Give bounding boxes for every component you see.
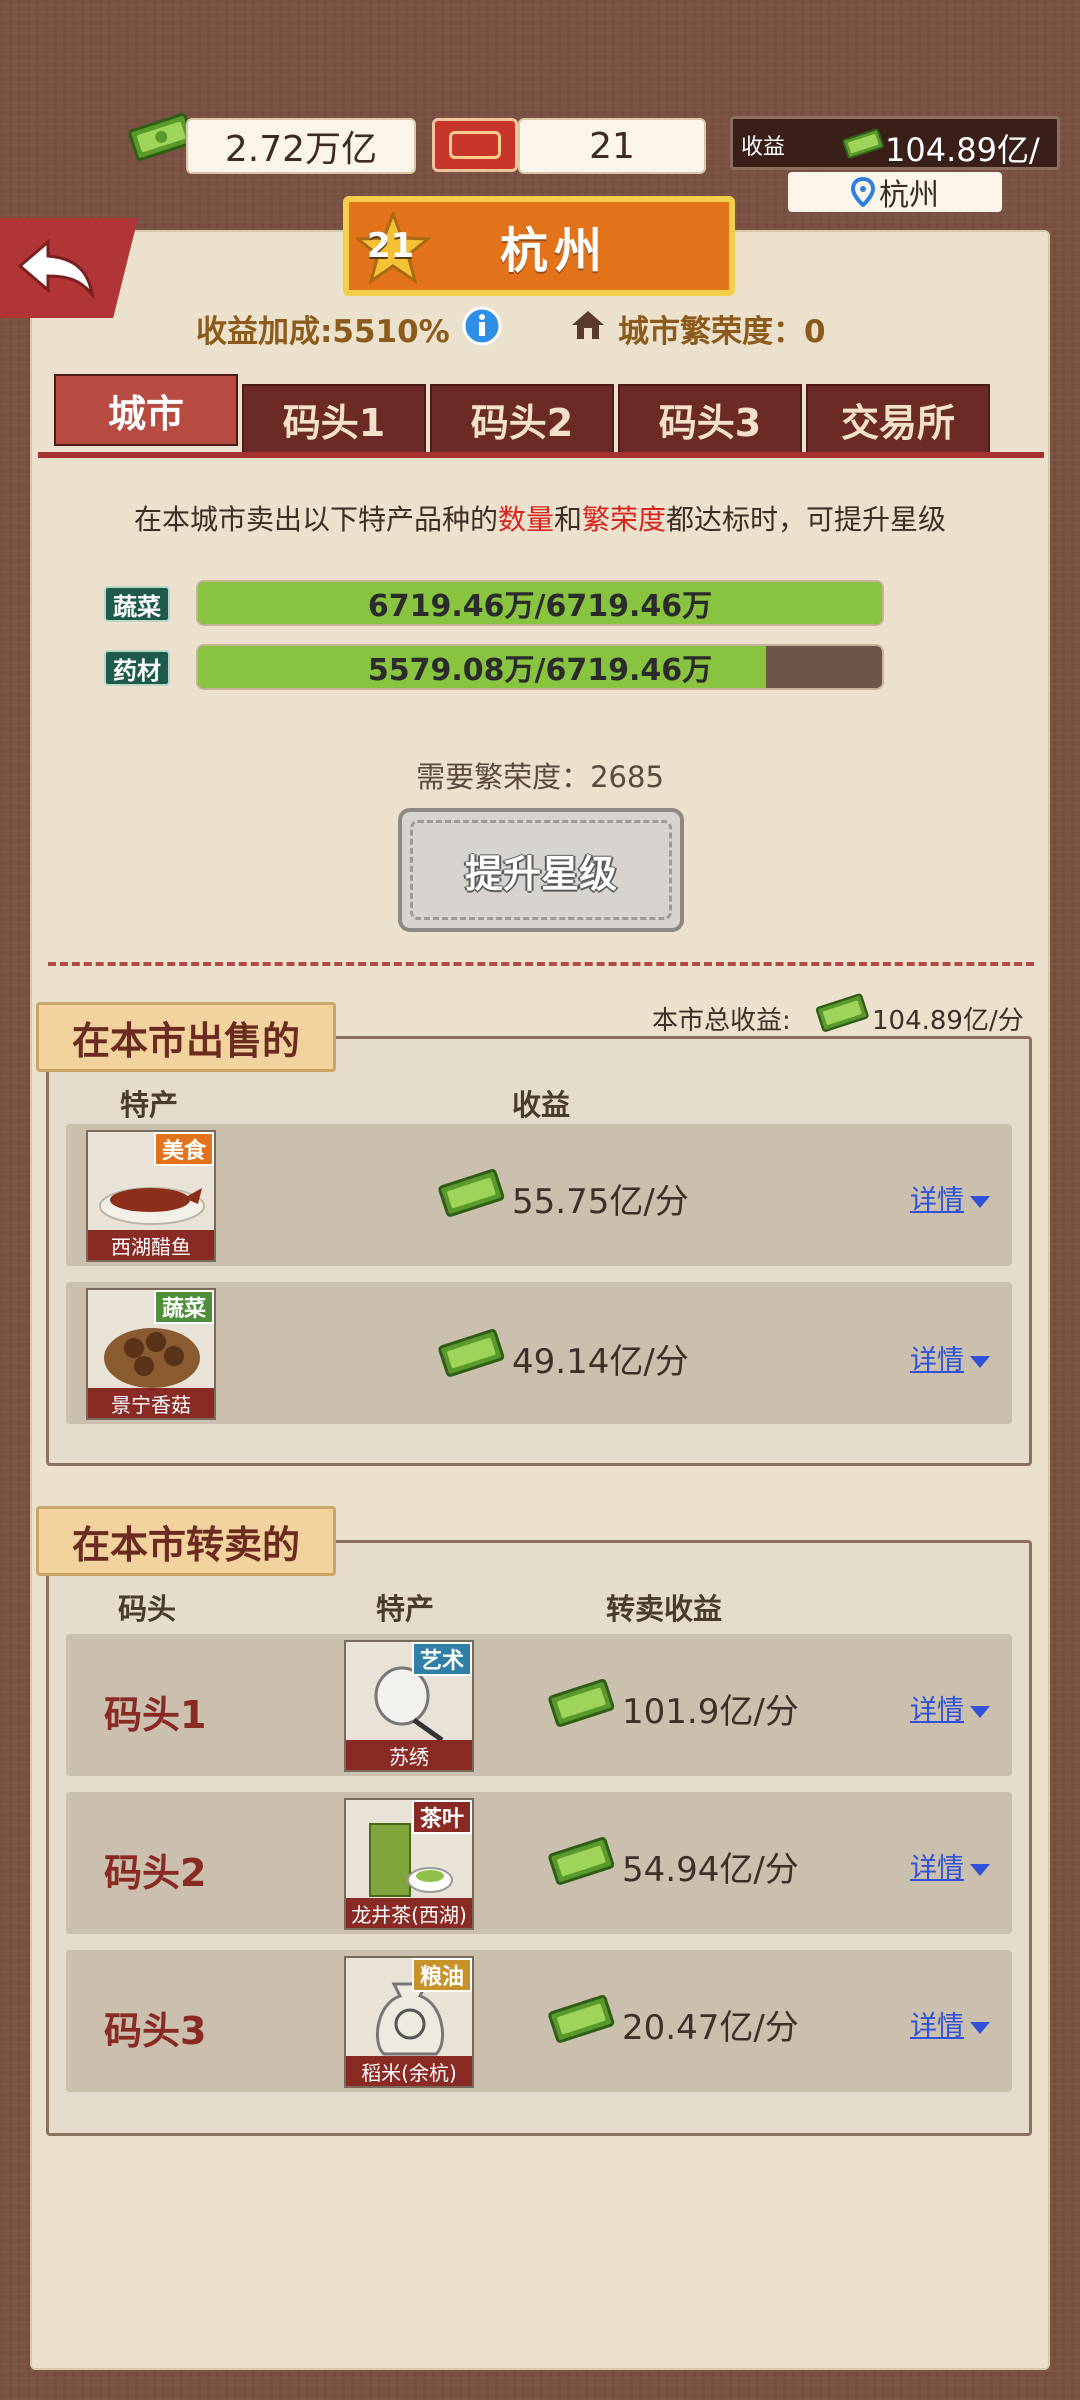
need-prosperity: 需要繁荣度：2685 <box>416 760 664 794</box>
product-thumbnail[interactable]: 美食 西湖醋鱼 <box>86 1130 216 1262</box>
column-header-resell-income: 转卖收益 <box>606 1592 723 1626</box>
progress-bar-herb: 5579.08万/6719.46万 <box>196 644 884 690</box>
detail-link[interactable]: 详情 <box>910 1178 990 1217</box>
tab-dock-3[interactable]: 码头3 <box>618 384 802 454</box>
tab-city[interactable]: 城市 <box>54 374 238 446</box>
tab-underline <box>38 452 1044 458</box>
cash-icon <box>548 1995 615 2043</box>
tab-dock-2[interactable]: 码头2 <box>430 384 614 454</box>
category-tag: 粮油 <box>411 1958 472 1992</box>
detail-link[interactable]: 详情 <box>910 2004 990 2043</box>
dock-name: 码头3 <box>104 2009 207 2053</box>
product-thumbnail[interactable]: 蔬菜 景宁香菇 <box>86 1288 216 1420</box>
detail-link[interactable]: 详情 <box>910 1338 990 1377</box>
product-name: 苏绣 <box>346 1740 472 1770</box>
product-name: 西湖醋鱼 <box>88 1230 214 1260</box>
progress-label-herb: 药材 <box>104 650 170 686</box>
ticket-count: 21 <box>589 125 635 167</box>
income-value: 49.14亿/分 <box>512 1342 689 1382</box>
category-tag: 美食 <box>153 1132 214 1166</box>
cash-amount: 2.72万亿 <box>224 129 378 170</box>
star-level: 21 <box>367 226 415 266</box>
city-title-plate: 21 杭州 <box>343 196 735 296</box>
income-label: 收益 <box>741 135 786 160</box>
tab-exchange[interactable]: 交易所 <box>806 384 990 454</box>
dropdown-arrow-icon <box>970 1195 990 1208</box>
progress-bar-vegetable: 6719.46万/6719.46万 <box>196 580 884 626</box>
mushroom-basket-icon <box>104 1328 200 1388</box>
info-icon[interactable] <box>462 306 502 346</box>
column-header-income: 收益 <box>512 1088 571 1122</box>
resell-row <box>66 1792 1012 1934</box>
resell-section-title: 在本市转卖的 <box>36 1506 336 1576</box>
income-value: 54.94亿/分 <box>622 1850 799 1890</box>
dropdown-arrow-icon <box>970 2021 990 2034</box>
ticket-icon <box>432 118 518 172</box>
cash-icon <box>815 993 869 1032</box>
progress-text: 6719.46万/6719.46万 <box>367 589 713 624</box>
product-thumbnail[interactable]: 艺术 苏绣 <box>344 1640 474 1772</box>
home-icon <box>572 311 604 339</box>
tab-dock-1[interactable]: 码头1 <box>242 384 426 454</box>
requirement-note: 在本城市卖出以下特产品种的数量和繁荣度都达标时，可提升星级 <box>133 503 947 536</box>
prosperity-text: 城市繁荣度：0 <box>618 314 826 350</box>
progress-text: 5579.08万/6719.46万 <box>367 653 713 688</box>
location-pin-icon <box>851 177 875 207</box>
product-thumbnail[interactable]: 粮油 稻米(余杭) <box>344 1956 474 2088</box>
category-tag: 艺术 <box>411 1642 472 1676</box>
ticket-display: 21 <box>518 118 706 174</box>
dropdown-arrow-icon <box>970 1355 990 1368</box>
dock-name: 码头1 <box>104 1693 207 1737</box>
resell-row <box>66 1950 1012 2092</box>
cash-icon <box>548 1837 615 1885</box>
column-header-product: 特产 <box>376 1592 435 1626</box>
dock-name: 码头2 <box>104 1851 207 1895</box>
total-label: 本市总收益: <box>652 1006 791 1036</box>
income-value: 55.75亿/分 <box>512 1182 689 1222</box>
progress-label-vegetable: 蔬菜 <box>104 586 170 622</box>
location-name: 杭州 <box>879 178 939 213</box>
detail-link[interactable]: 详情 <box>910 1846 990 1885</box>
product-name: 稻米(余杭) <box>346 2056 472 2086</box>
city-name: 杭州 <box>499 223 608 279</box>
cash-icon <box>548 1679 615 1727</box>
cash-display: 2.72万亿 <box>186 118 416 174</box>
category-tag: 茶叶 <box>411 1800 472 1834</box>
cash-icon <box>438 1329 505 1377</box>
dropdown-arrow-icon <box>970 1705 990 1718</box>
location-pill[interactable]: 杭州 <box>788 172 1002 213</box>
cash-icon <box>438 1169 505 1217</box>
product-name: 龙井茶(西湖) <box>346 1898 472 1928</box>
fish-dish-icon <box>99 1187 205 1225</box>
product-name: 景宁香菇 <box>88 1388 214 1418</box>
cash-icon <box>842 128 884 159</box>
upgrade-star-button[interactable]: 提升星级 <box>398 808 684 932</box>
detail-link[interactable]: 详情 <box>910 1688 990 1727</box>
sold-section-title: 在本市出售的 <box>36 1002 336 1072</box>
back-arrow-icon <box>17 238 95 300</box>
category-tag: 蔬菜 <box>153 1290 214 1324</box>
dropdown-arrow-icon <box>970 1863 990 1876</box>
bonus-text: 收益加成:5510% <box>196 314 450 350</box>
divider <box>48 962 1034 966</box>
income-value: 101.9亿/分 <box>622 1692 799 1732</box>
product-thumbnail[interactable]: 茶叶 龙井茶(西湖) <box>344 1798 474 1930</box>
column-header-product: 特产 <box>120 1088 179 1122</box>
income-rate-box[interactable]: 收益 104.89亿/分 <box>730 116 1060 215</box>
resell-row <box>66 1634 1012 1776</box>
column-header-dock: 码头 <box>118 1592 177 1626</box>
income-value: 20.47亿/分 <box>622 2008 799 2048</box>
total-value: 104.89亿/分 <box>872 1006 1024 1036</box>
